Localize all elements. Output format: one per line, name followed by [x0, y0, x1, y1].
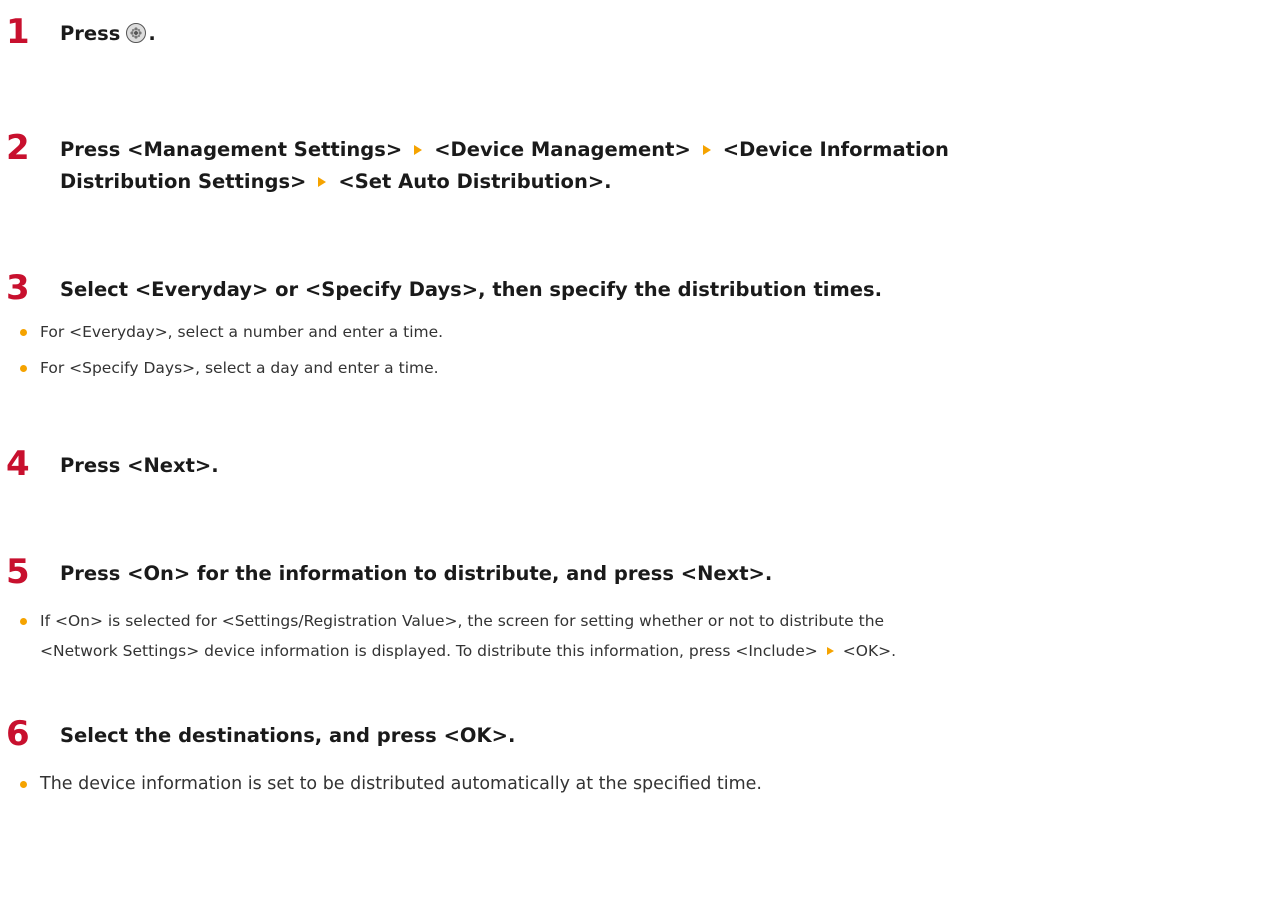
bullet-dot-icon	[20, 781, 27, 788]
arrow-right-icon	[826, 647, 834, 655]
step-title-line: Distribution Settings> <Set Auto Distribu…	[60, 166, 949, 198]
step-number: 4	[6, 444, 30, 484]
list-item-text-line: <Network Settings> device information is…	[40, 636, 896, 666]
menu-path-segment: Distribution Settings>	[60, 170, 307, 193]
bullet-dot-icon	[20, 618, 27, 625]
step-title: Select <Everyday> or <Specify Days>, the…	[60, 278, 883, 301]
step-title-text: Press	[60, 22, 121, 45]
list-item-text: The device information is set to be dist…	[40, 774, 762, 794]
arrow-right-icon	[318, 177, 327, 187]
arrow-right-icon	[702, 145, 711, 155]
bullet-list: If <On> is selected for <Settings/Regist…	[18, 606, 896, 666]
list-item-text: If <On> is selected for <Settings/Regist…	[40, 612, 885, 630]
step-title-line: Press <Management Settings> <Device Manag…	[60, 134, 949, 166]
list-item: For <Specify Days>, select a day and ent…	[18, 355, 443, 381]
menu-path-segment: Press <Management Settings>	[60, 138, 403, 161]
list-item-text-post: <OK>.	[842, 642, 897, 660]
menu-path-segment: <Set Auto Distribution>.	[338, 170, 612, 193]
bullet-dot-icon	[20, 365, 27, 372]
step-6: 6 Select the destinations, and press <OK…	[0, 714, 1282, 824]
bullet-dot-icon	[20, 329, 27, 336]
step-number: 5	[6, 552, 30, 592]
step-number: 2	[6, 128, 30, 168]
step-number: 1	[6, 12, 30, 52]
arrow-right-icon	[414, 145, 423, 155]
step-title: Select the destinations, and press <OK>.	[60, 724, 516, 747]
step-title: Press.	[60, 18, 156, 50]
step-4: 4 Press <Next>.	[0, 444, 1282, 488]
list-item: The device information is set to be dist…	[18, 770, 762, 798]
step-number: 6	[6, 714, 30, 754]
list-item-text: For <Everyday>, select a number and ente…	[40, 323, 444, 341]
step-3: 3 Select <Everyday> or <Specify Days>, t…	[0, 268, 1282, 408]
menu-path-segment: <Device Information	[722, 138, 949, 161]
list-item-text-pre: <Network Settings> device information is…	[40, 642, 818, 660]
list-item: For <Everyday>, select a number and ente…	[18, 319, 443, 345]
step-title-end: .	[148, 22, 156, 45]
home-key-icon	[126, 23, 147, 43]
list-item-text: For <Specify Days>, select a day and ent…	[40, 359, 439, 377]
step-number: 3	[6, 268, 30, 308]
step-2: 2 Press <Management Settings> <Device Man…	[0, 128, 1282, 208]
step-title: Press <Next>.	[60, 454, 219, 477]
list-item: If <On> is selected for <Settings/Regist…	[18, 606, 896, 666]
step-title: Press <Management Settings> <Device Manag…	[60, 134, 949, 198]
bullet-list: The device information is set to be dist…	[18, 770, 762, 798]
step-5: 5 Press <On> for the information to dist…	[0, 552, 1282, 672]
menu-path-segment: <Device Management>	[434, 138, 691, 161]
bullet-list: For <Everyday>, select a number and ente…	[18, 319, 443, 381]
step-1: 1 Press.	[0, 12, 1282, 56]
step-title: Press <On> for the information to distri…	[60, 562, 773, 585]
